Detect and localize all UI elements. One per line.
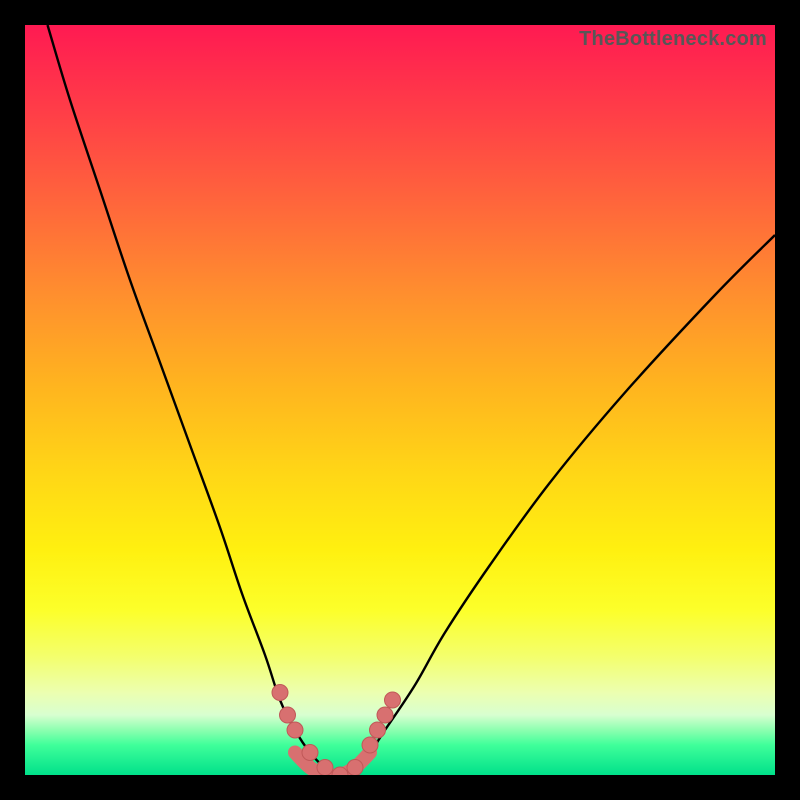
- chart-plot-area: TheBottleneck.com: [25, 25, 775, 775]
- left-curve: [48, 25, 341, 775]
- marker-dot: [347, 760, 363, 776]
- marker-dot: [280, 707, 296, 723]
- marker-dot: [362, 737, 378, 753]
- curve-layer: [48, 25, 776, 775]
- right-curve: [340, 235, 775, 775]
- dot-layer: [272, 685, 401, 776]
- marker-dot: [302, 745, 318, 761]
- marker-dot: [287, 722, 303, 738]
- chart-frame: TheBottleneck.com: [0, 0, 800, 800]
- marker-dot: [370, 722, 386, 738]
- marker-dot: [377, 707, 393, 723]
- chart-svg: [25, 25, 775, 775]
- marker-dot: [272, 685, 288, 701]
- marker-dot: [317, 760, 333, 776]
- marker-dot: [385, 692, 401, 708]
